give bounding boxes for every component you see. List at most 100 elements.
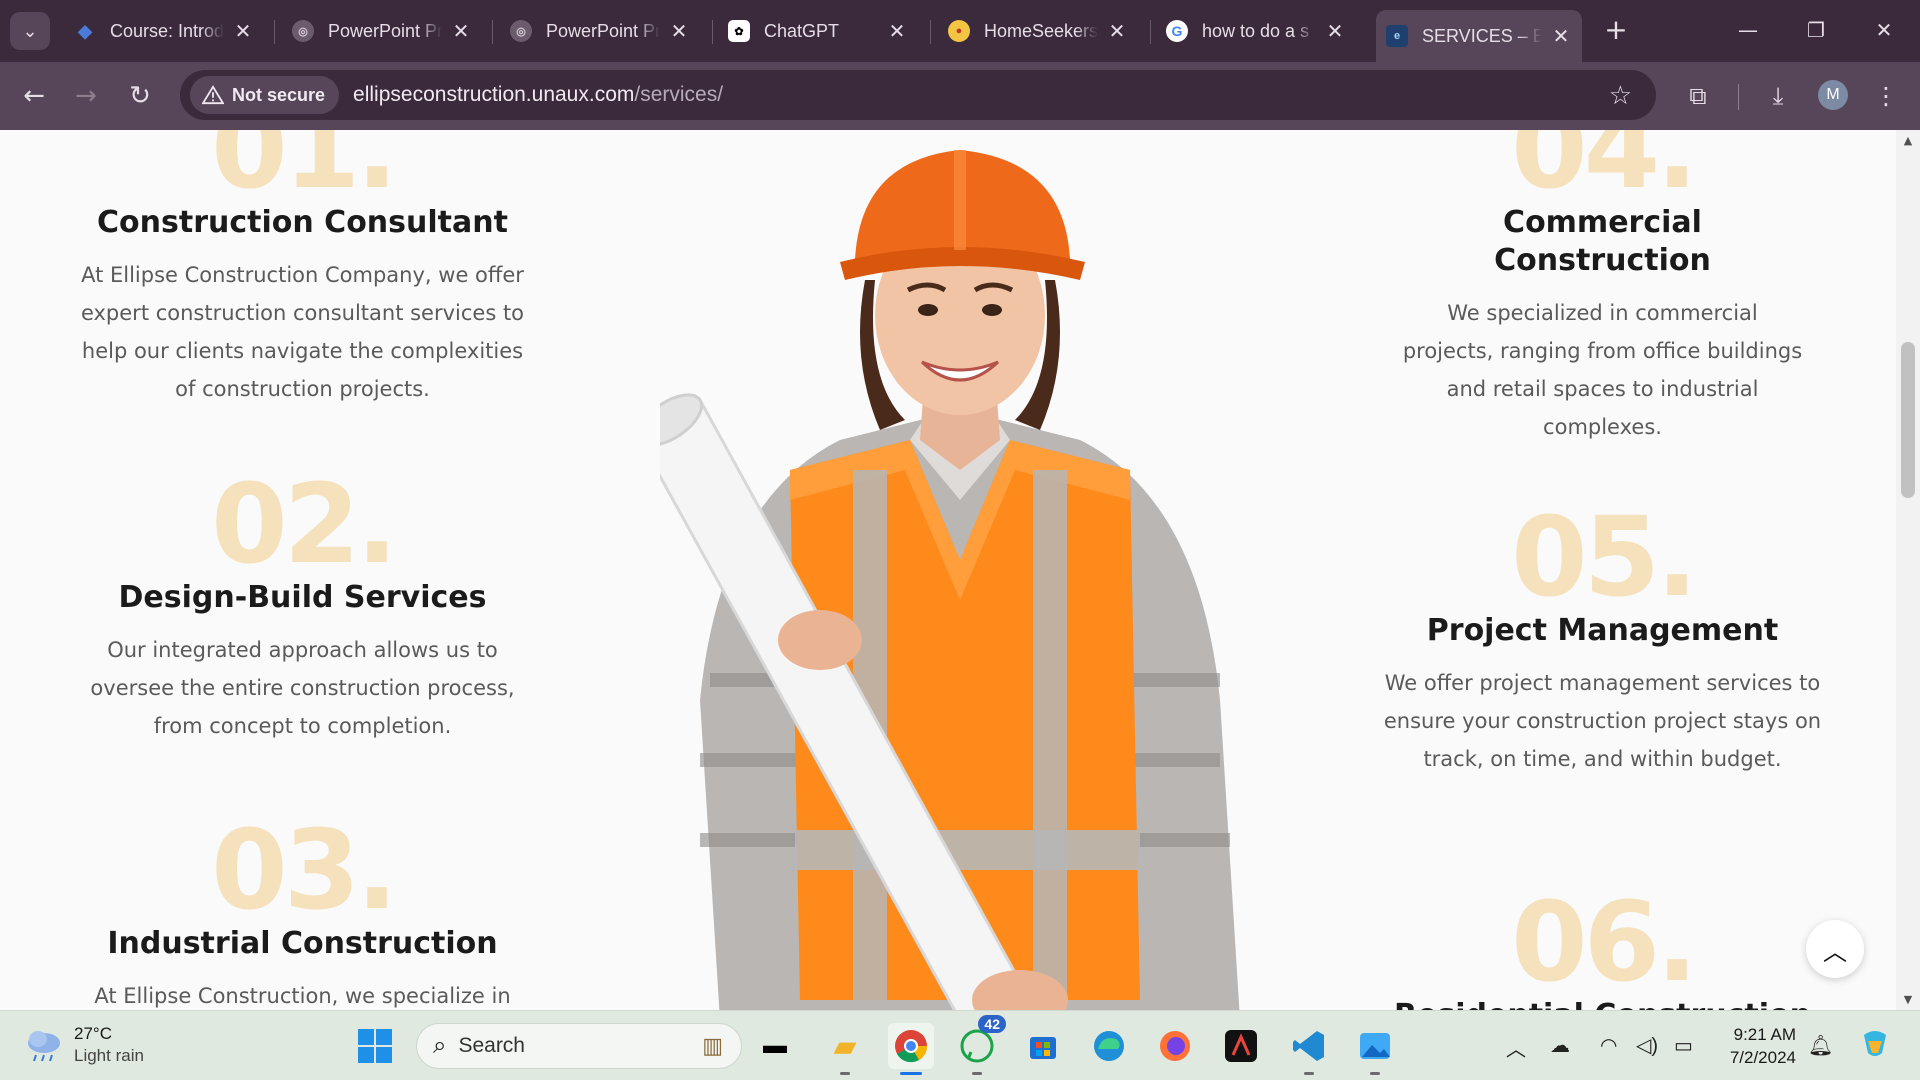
photos-app[interactable] xyxy=(1352,1023,1398,1075)
page-viewport: 01. Construction Consultant At Ellipse C… xyxy=(0,130,1896,1010)
toolbar-divider xyxy=(1738,84,1739,110)
windows-logo-icon xyxy=(358,1029,392,1063)
notification-bell-icon[interactable]: 🔔︎ xyxy=(1808,1033,1833,1058)
tab-title: SERVICES – Ell xyxy=(1422,25,1542,46)
onedrive-icon[interactable]: ☁ xyxy=(1550,1033,1570,1058)
edge-icon xyxy=(1094,1031,1124,1061)
service-title: Project Management xyxy=(1426,613,1779,648)
service-item-02: 02. Design-Build Services Our integrated… xyxy=(80,469,525,745)
tab-divider xyxy=(930,20,931,44)
service-item-01: 01. Construction Consultant At Ellipse C… xyxy=(80,130,525,408)
new-tab-button[interactable]: + xyxy=(1598,14,1634,48)
scrollbar-thumb[interactable] xyxy=(1901,342,1915,498)
scroll-up-arrow-icon[interactable]: ▲ xyxy=(1896,134,1920,147)
clock-time: 9:21 AM xyxy=(1733,1025,1796,1044)
wifi-icon[interactable]: ◠ xyxy=(1600,1033,1617,1058)
close-tab-icon[interactable]: ✕ xyxy=(1550,24,1572,49)
tab-services-active[interactable]: e SERVICES – Ell ✕ xyxy=(1376,10,1582,62)
weather-temperature: 27°C xyxy=(74,1024,112,1043)
rain-cloud-icon xyxy=(28,1031,60,1062)
course-favicon-icon: ◆ xyxy=(78,20,92,41)
profile-avatar[interactable]: M xyxy=(1818,80,1848,110)
close-tab-icon[interactable]: ✕ xyxy=(1106,19,1128,44)
forward-button[interactable]: → xyxy=(66,76,106,116)
extensions-icon[interactable]: ⧉ xyxy=(1680,78,1716,114)
tab-powerpoint-1[interactable]: ◎ PowerPoint Pr ✕ xyxy=(282,10,482,52)
start-button[interactable] xyxy=(352,1023,398,1069)
service-description: Our integrated approach allows us to ove… xyxy=(90,638,515,738)
page-scrollbar[interactable]: ▲ ▼ xyxy=(1896,130,1920,1010)
folder-icon: ▰ xyxy=(833,1029,857,1063)
tab-title: HomeSeekers xyxy=(984,20,1098,41)
show-hidden-icons-chevron-up-icon[interactable]: ︿ xyxy=(1506,1033,1526,1062)
construction-worker-image xyxy=(660,150,1240,1010)
close-window-button[interactable]: ✕ xyxy=(1860,12,1908,48)
task-view-button[interactable]: ▬ xyxy=(752,1023,798,1069)
service-number: 02. xyxy=(211,460,398,588)
store-app[interactable] xyxy=(1020,1023,1066,1069)
tab-title: Course: Introd xyxy=(110,20,224,41)
service-title: Construction Consultant xyxy=(97,205,508,240)
file-explorer-app[interactable]: ▰ xyxy=(822,1023,868,1075)
tab-divider xyxy=(492,20,493,44)
tab-homeseekers[interactable]: ● HomeSeekers ✕ xyxy=(938,10,1138,52)
reload-icon: ↻ xyxy=(129,81,151,111)
bookmark-star-icon[interactable]: ☆ xyxy=(1609,80,1632,111)
tab-title: PowerPoint Pr xyxy=(328,20,442,41)
reload-button[interactable]: ↻ xyxy=(120,76,160,116)
arrow-right-icon: → xyxy=(75,81,97,111)
minimize-button[interactable]: — xyxy=(1724,12,1772,48)
battery-icon[interactable]: ▭ xyxy=(1674,1033,1693,1058)
whatsapp-icon xyxy=(960,1029,994,1063)
back-button[interactable]: ← xyxy=(14,76,54,116)
tab-google-search[interactable]: G how to do a s ✕ xyxy=(1156,10,1356,52)
homeseekers-icon: ● xyxy=(948,20,970,42)
back-to-top-button[interactable]: ︿ xyxy=(1806,920,1864,978)
adobe-app[interactable] xyxy=(1218,1023,1264,1069)
warning-triangle-icon xyxy=(202,85,224,105)
edge-app[interactable] xyxy=(1086,1023,1132,1069)
tab-title: ChatGPT xyxy=(764,20,840,41)
tab-course[interactable]: ◆ Course: Introd ✕ xyxy=(64,10,264,52)
tab-search-button[interactable]: ⌄ xyxy=(10,12,50,50)
close-tab-icon[interactable]: ✕ xyxy=(668,19,690,44)
service-description: We specialized in commercial projects, r… xyxy=(1402,301,1803,439)
close-tab-icon[interactable]: ✕ xyxy=(1324,19,1346,44)
avatar-initial: M xyxy=(1826,86,1840,103)
site-security-chip[interactable]: Not secure xyxy=(190,76,340,114)
close-tab-icon[interactable]: ✕ xyxy=(450,19,472,44)
service-item-03: 03. Industrial Construction At Ellipse C… xyxy=(80,815,525,1010)
whatsapp-app[interactable]: 42 xyxy=(954,1015,1006,1075)
vscode-icon xyxy=(1293,1031,1324,1061)
system-clock[interactable]: 9:21 AM 7/2/2024 xyxy=(1712,1023,1796,1069)
kebab-menu-icon[interactable]: ⋮ xyxy=(1868,78,1904,114)
taskbar-search-input[interactable]: ⌕ Search ▥ xyxy=(416,1023,742,1069)
address-bar[interactable]: Not secure ellipseconstruction.unaux.com… xyxy=(180,70,1656,120)
globe-icon: ◎ xyxy=(292,20,314,42)
search-highlight-icon: ▥ xyxy=(702,1033,723,1058)
tab-powerpoint-2[interactable]: ◎ PowerPoint Pr ✕ xyxy=(500,10,700,52)
vscode-app[interactable] xyxy=(1286,1023,1332,1075)
copilot-icon[interactable] xyxy=(1858,1027,1892,1067)
minimize-icon: — xyxy=(1738,18,1758,42)
service-number: 04. xyxy=(1511,130,1698,213)
scroll-down-arrow-icon[interactable]: ▼ xyxy=(1896,993,1920,1006)
download-icon[interactable]: ⤓ xyxy=(1760,78,1796,114)
browser-toolbar: ← → ↻ Not secure ellipseconstruction.una… xyxy=(0,62,1920,130)
photos-icon xyxy=(1360,1033,1390,1059)
chatgpt-icon: ✿ xyxy=(728,20,750,42)
restore-button[interactable]: ❐ xyxy=(1792,12,1840,48)
volume-icon[interactable]: ◁) xyxy=(1636,1033,1658,1058)
url-text[interactable]: ellipseconstruction.unaux.com/services/ xyxy=(353,83,723,107)
not-secure-label: Not secure xyxy=(232,84,326,105)
tab-title: how to do a s xyxy=(1202,20,1310,41)
service-item-06: 06. Residential Construction xyxy=(1380,887,1825,1010)
firefox-app[interactable] xyxy=(1152,1023,1198,1069)
close-tab-icon[interactable]: ✕ xyxy=(886,19,908,44)
weather-widget[interactable]: 27°C Light rain xyxy=(24,1023,144,1067)
tab-chatgpt[interactable]: ✿ ChatGPT ✕ xyxy=(718,10,918,52)
firefox-icon xyxy=(1160,1031,1190,1061)
close-tab-icon[interactable]: ✕ xyxy=(232,19,254,44)
chrome-app[interactable] xyxy=(888,1023,934,1075)
adobe-acrobat-icon xyxy=(1225,1030,1257,1062)
